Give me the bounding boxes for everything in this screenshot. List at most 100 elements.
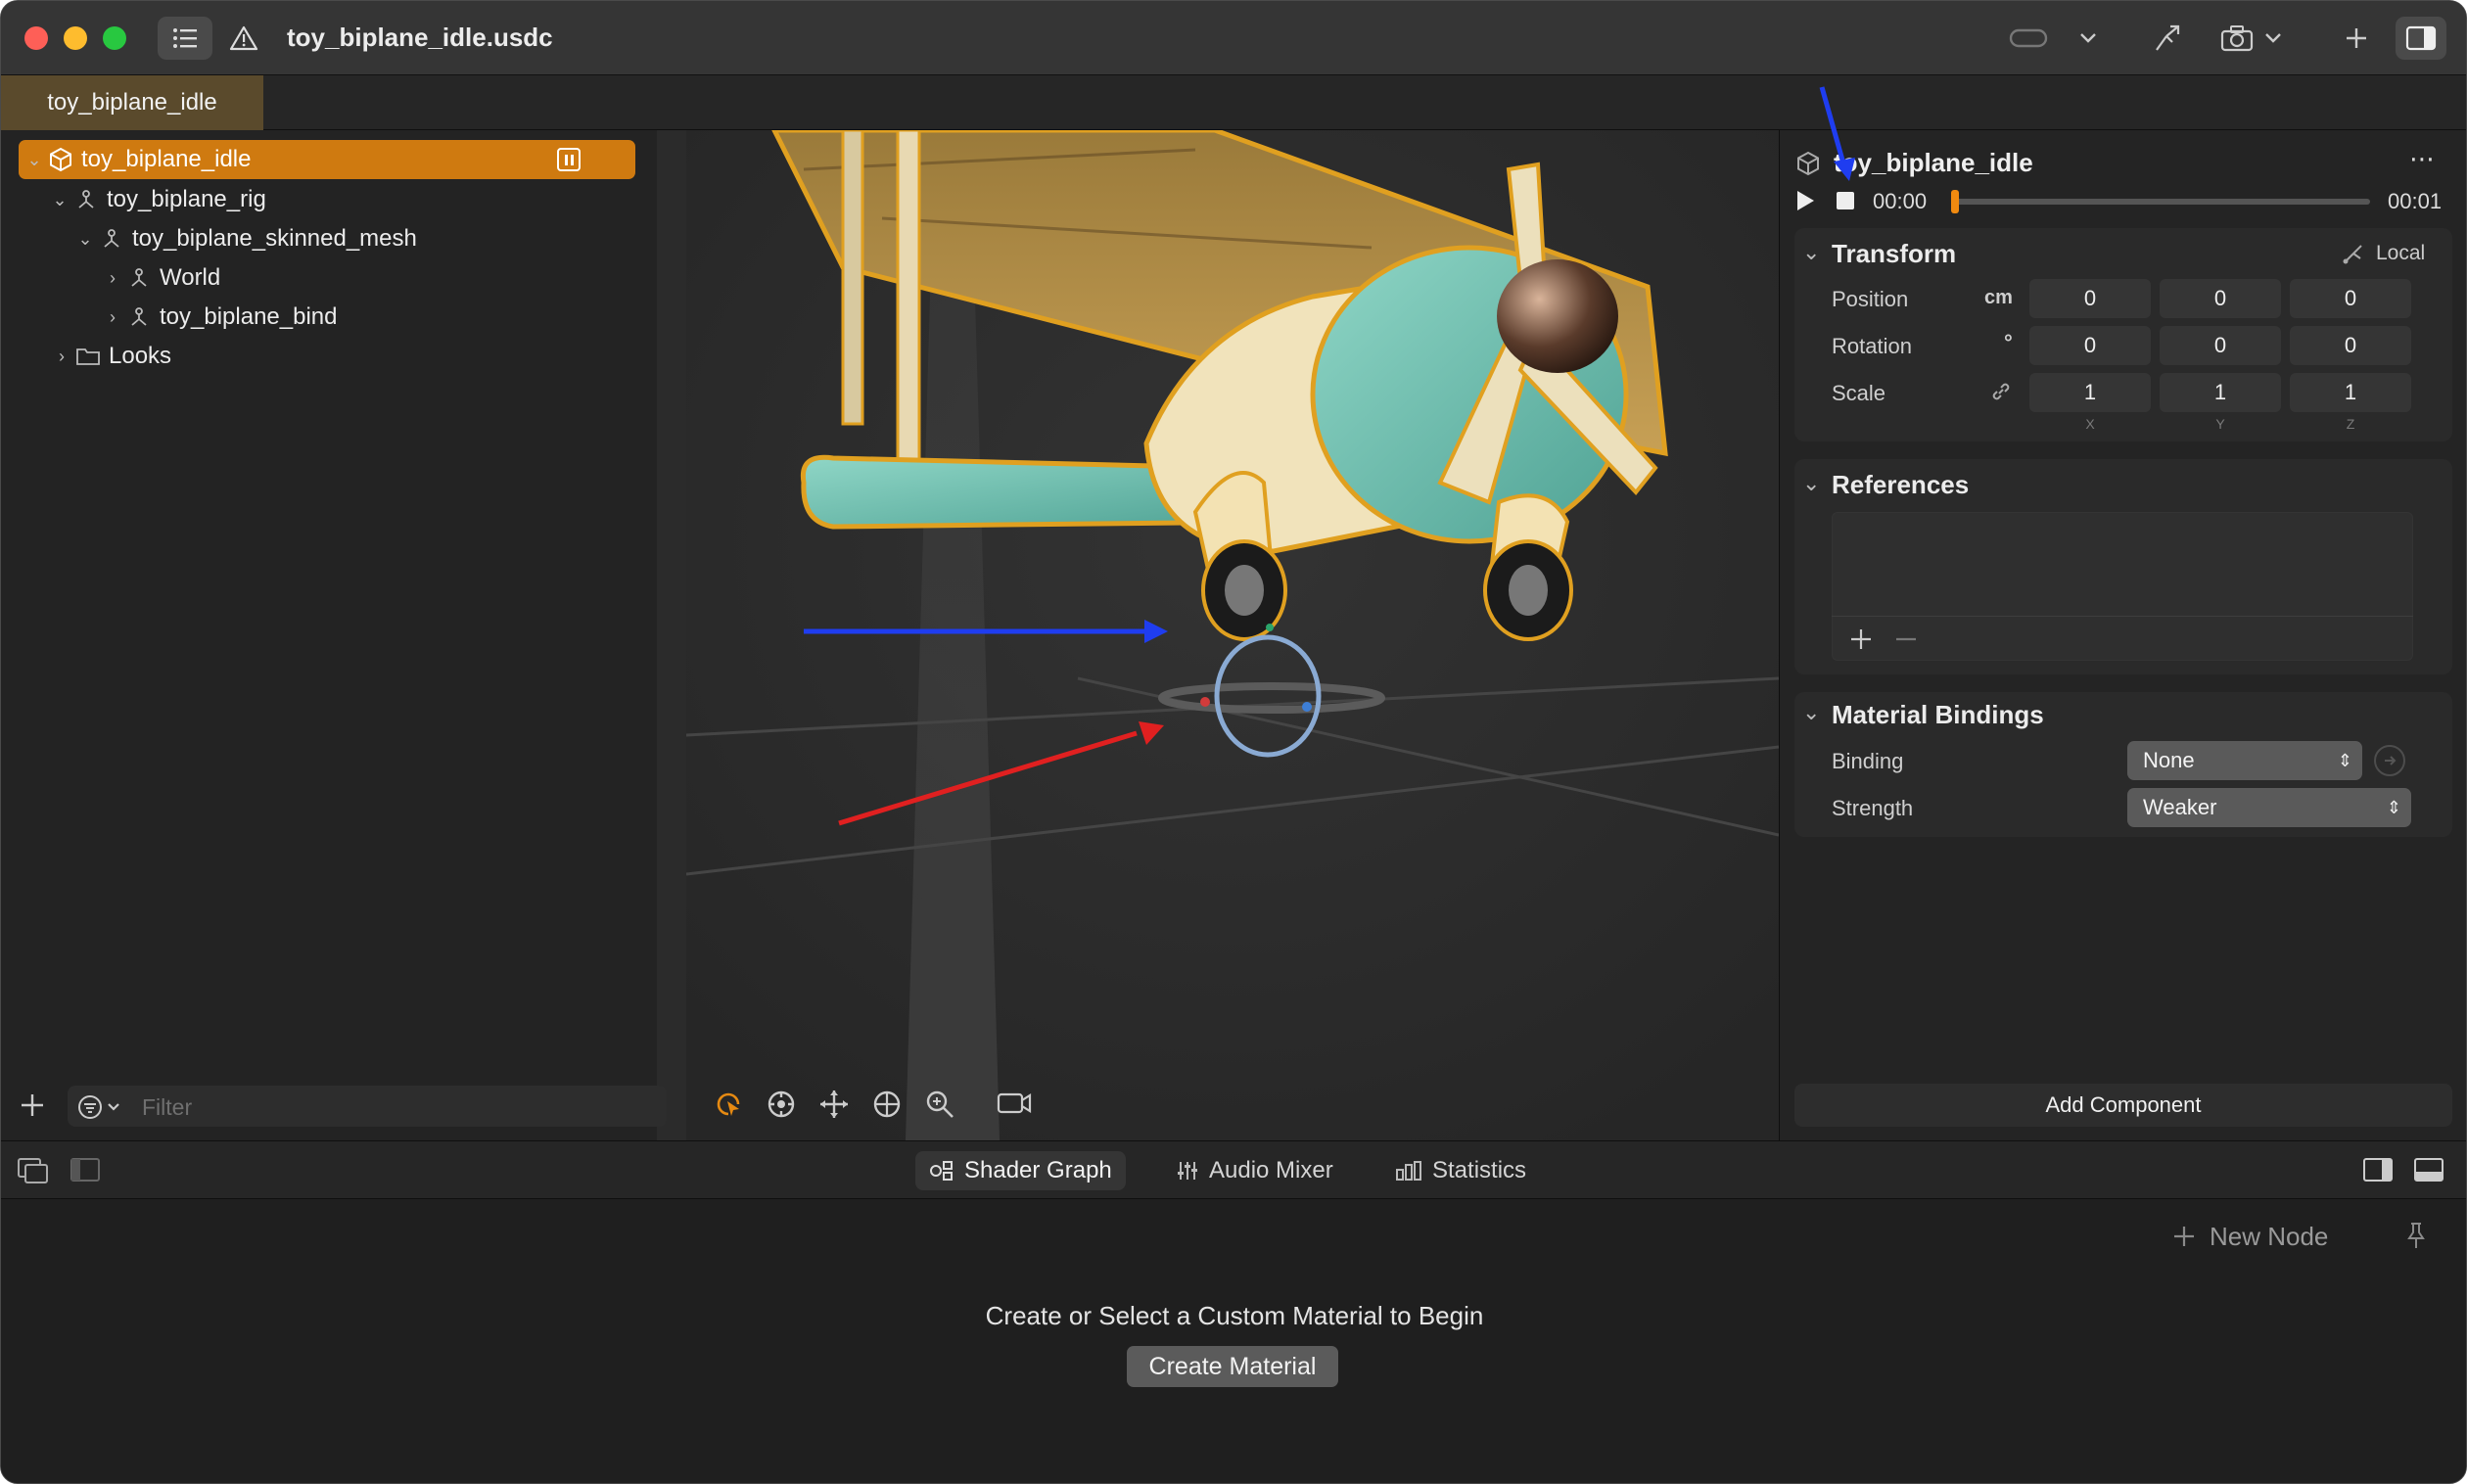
document-tab-strip: toy_biplane_idle [1, 75, 2466, 130]
inspector-panel-toggle-button[interactable] [2362, 1157, 2394, 1187]
chevron-down-icon [2080, 33, 2096, 43]
skeleton-joint-icon [71, 189, 101, 210]
create-material-button[interactable]: Create Material [1127, 1346, 1338, 1387]
tree-item-root[interactable]: ⌄ toy_biplane_idle [19, 140, 635, 179]
snapshot-button[interactable] [2217, 17, 2257, 60]
rotation-y-field[interactable]: 0 [2160, 326, 2281, 365]
skeleton-joint-icon [124, 306, 154, 328]
tree-item-skinned-mesh[interactable]: ⌄ toy_biplane_skinned_mesh [73, 220, 416, 257]
strength-popup[interactable]: Weaker ⇕ [2127, 788, 2411, 827]
bottom-panel-toggle-button[interactable] [2413, 1157, 2444, 1187]
add-button[interactable] [2337, 17, 2376, 60]
camera-icon [2220, 25, 2254, 52]
references-section-toggle[interactable]: ⌄ [1802, 471, 1822, 495]
timeline-playhead[interactable] [1951, 190, 1959, 213]
tree-item-looks[interactable]: › Looks [50, 338, 171, 375]
select-tool-button[interactable] [712, 1088, 747, 1123]
pause-animation-icon[interactable] [557, 148, 581, 171]
close-window-button[interactable] [24, 26, 48, 50]
tab-audio-mixer[interactable]: Audio Mixer [1162, 1151, 1347, 1190]
zoom-window-button[interactable] [103, 26, 126, 50]
entity-header: toy_biplane_idle ⋯ [1794, 144, 2452, 183]
binding-popup[interactable]: None ⇕ [2127, 741, 2362, 780]
play-button[interactable] [1794, 189, 1816, 217]
rotation-x-field[interactable]: 0 [2029, 326, 2151, 365]
library-toggle-button[interactable] [17, 1157, 50, 1189]
scale-y-field[interactable]: 1 [2160, 373, 2281, 412]
stop-button[interactable] [1836, 191, 1855, 215]
rotation-z-field[interactable]: 0 [2290, 326, 2411, 365]
warnings-button[interactable] [224, 17, 263, 60]
add-component-button[interactable]: Add Component [1794, 1084, 2452, 1127]
animation-timeline: 00:00 00:01 [1794, 185, 2452, 218]
chevron-right-icon[interactable]: › [101, 268, 124, 289]
chevron-down-icon[interactable]: ⌄ [73, 229, 97, 250]
arrow-right-circle-icon [2385, 756, 2397, 765]
scale-z-field[interactable]: 1 [2290, 373, 2411, 412]
more-options-button[interactable]: ⋯ [2409, 144, 2435, 174]
annotation-arrow-blue-inspector [1819, 86, 1855, 181]
magnifier-icon [926, 1090, 954, 1118]
3d-viewport[interactable] [686, 130, 1779, 1140]
sidebar-right-icon [2363, 1158, 2393, 1182]
tab-label: Audio Mixer [1209, 1157, 1333, 1183]
share-to-device-button[interactable] [2145, 17, 2188, 60]
timeline-current-time: 00:00 [1873, 189, 1928, 213]
camera-options-button[interactable] [996, 1088, 1035, 1123]
tree-item-label: toy_biplane_idle [81, 146, 252, 172]
go-to-material-button[interactable] [2374, 745, 2405, 776]
scale-label: Scale [1832, 381, 1886, 405]
add-reference-button[interactable] [1849, 627, 1873, 656]
shader-graph-canvas[interactable] [1, 1199, 2466, 1483]
document-tab[interactable]: toy_biplane_idle [1, 75, 263, 130]
chevron-right-icon[interactable]: › [50, 347, 73, 367]
play-icon [1797, 191, 1814, 210]
rotate-tool-button[interactable] [870, 1088, 906, 1123]
position-z-field[interactable]: 0 [2290, 279, 2411, 318]
add-entity-button[interactable] [19, 1091, 50, 1123]
chevron-down-icon[interactable]: ⌄ [23, 150, 46, 170]
navigator-divider[interactable] [657, 130, 686, 1140]
vision-pro-preview-button[interactable] [2002, 17, 2055, 60]
axis-x-label: X [2085, 416, 2095, 432]
translate-tool-button[interactable] [817, 1088, 853, 1123]
transform-section-toggle[interactable]: ⌄ [1802, 240, 1822, 264]
new-node-button[interactable]: New Node [2172, 1219, 2328, 1254]
chevron-right-icon[interactable]: › [101, 307, 124, 328]
plus-icon [22, 1094, 43, 1116]
scale-uniform-link-toggle[interactable] [1990, 381, 2012, 407]
chevron-down-icon[interactable]: ⌄ [48, 190, 71, 210]
bar-chart-icon [1396, 1161, 1421, 1181]
filter-input[interactable] [71, 1090, 659, 1125]
tree-item-world[interactable]: › World [101, 259, 220, 297]
sidebar-left-icon [70, 1158, 100, 1182]
tab-shader-graph[interactable]: Shader Graph [915, 1151, 1126, 1190]
left-panel-toggle-button[interactable] [70, 1157, 101, 1187]
tab-statistics[interactable]: Statistics [1381, 1151, 1540, 1190]
tree-item-bind[interactable]: › toy_biplane_bind [101, 299, 338, 336]
preview-menu-button[interactable] [2071, 17, 2106, 60]
pin-button[interactable] [2405, 1221, 2427, 1255]
minimize-window-button[interactable] [64, 26, 87, 50]
move-focus-tool-button[interactable] [765, 1088, 800, 1123]
plus-icon [1851, 629, 1871, 649]
select-cursor-icon [717, 1092, 740, 1116]
position-y-field[interactable]: 0 [2160, 279, 2281, 318]
new-node-label: New Node [2210, 1221, 2329, 1251]
zoom-tool-button[interactable] [923, 1088, 958, 1123]
material-bindings-section-toggle[interactable]: ⌄ [1802, 700, 1822, 724]
coordinate-space-toggle[interactable]: Local [2341, 240, 2425, 267]
video-camera-icon [997, 1092, 1032, 1114]
remove-reference-button[interactable] [1894, 627, 1918, 656]
skeleton-joint-icon [97, 228, 126, 250]
snapshot-menu-button[interactable] [2258, 17, 2288, 60]
timeline-scrubber-track[interactable] [1955, 199, 2370, 205]
bottom-editor-tab-bar: Shader Graph Audio Mixer Statistics [1, 1140, 2466, 1199]
position-x-field[interactable]: 0 [2029, 279, 2151, 318]
axis-z-label: Z [2346, 416, 2355, 432]
inspector-toggle-button[interactable] [2396, 17, 2446, 60]
sidebar-list-toggle-button[interactable] [158, 17, 212, 60]
tree-item-rig[interactable]: ⌄ toy_biplane_rig [48, 181, 265, 218]
scale-x-field[interactable]: 1 [2029, 373, 2151, 412]
move-arrows-icon [820, 1090, 848, 1118]
